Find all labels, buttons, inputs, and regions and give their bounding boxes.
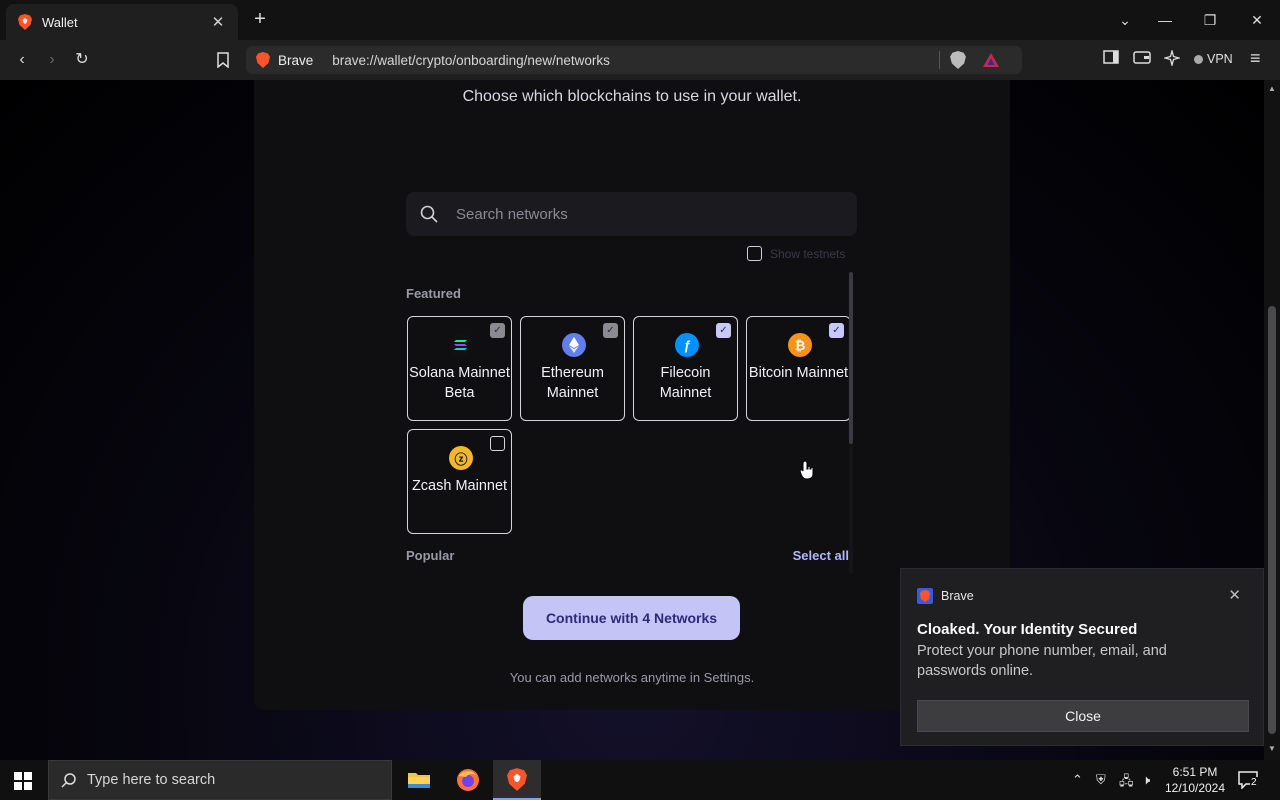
firefox-icon[interactable]: [444, 760, 492, 800]
brave-logo-icon: [18, 14, 32, 30]
reload-icon[interactable]: ↻: [72, 50, 92, 70]
url-text[interactable]: brave://wallet/crypto/onboarding/new/net…: [332, 53, 939, 68]
notification-toast: Brave ✕ Cloaked. Your Identity Secured P…: [900, 568, 1264, 746]
filecoin-icon: ƒ: [675, 333, 699, 357]
brave-shields-icon[interactable]: [950, 51, 966, 69]
minimize-icon[interactable]: —: [1155, 10, 1175, 30]
tab-title: Wallet: [42, 14, 78, 30]
vpn-label: VPN: [1207, 52, 1233, 66]
continue-button[interactable]: Continue with 4 Networks: [523, 596, 740, 640]
onboarding-card: Choose which blockchains to use in your …: [254, 80, 1010, 710]
bookmark-icon[interactable]: [213, 50, 233, 70]
network-card-solana[interactable]: ✓ Solana Mainnet Beta: [407, 316, 512, 421]
zcash-icon: ⓩ: [449, 446, 473, 470]
featured-label: Featured: [406, 286, 461, 301]
bitcoin-checkbox: ✓: [829, 323, 844, 338]
omnibox-divider: [939, 51, 940, 69]
notification-center-icon[interactable]: 2: [1238, 771, 1258, 790]
network-card-zcash[interactable]: ⓩ Zcash Mainnet: [407, 429, 512, 534]
show-testnets-checkbox[interactable]: [747, 246, 762, 261]
back-icon[interactable]: ‹: [12, 50, 32, 70]
network-list: Featured ✓ Solana Mainnet Beta ✓ Ethereu…: [406, 270, 857, 572]
show-testnets-toggle[interactable]: Show testnets: [747, 246, 845, 261]
restore-icon[interactable]: ❐: [1200, 10, 1220, 30]
bitcoin-icon: ₿: [788, 333, 812, 357]
tab-strip: Wallet ✕ + ⌄ — ❐ ✕: [0, 0, 1280, 40]
brave-app-icon: [917, 588, 933, 604]
forward-icon[interactable]: ›: [42, 50, 62, 70]
volume-muted-icon[interactable]: 🕨: [1142, 772, 1150, 788]
tab-search-chevron-icon[interactable]: ⌄: [1115, 10, 1135, 30]
network-list-scroll-track[interactable]: [849, 444, 853, 574]
wallet-icon[interactable]: [1133, 50, 1151, 70]
network-name: Bitcoin Mainnet: [748, 365, 849, 381]
file-explorer-icon[interactable]: [395, 760, 443, 800]
search-icon: [420, 205, 438, 223]
network-card-ethereum[interactable]: ✓ Ethereum Mainnet: [520, 316, 625, 421]
leo-ai-icon[interactable]: [1162, 48, 1182, 70]
menu-icon[interactable]: ≡: [1250, 48, 1261, 68]
zcash-checkbox: [490, 436, 505, 451]
show-testnets-label: Show testnets: [770, 246, 846, 261]
window-close-icon[interactable]: ✕: [1247, 10, 1267, 30]
search-networks-input[interactable]: Search networks: [406, 192, 857, 236]
vpn-status-icon: [1194, 54, 1203, 64]
select-all-button[interactable]: Select all: [793, 548, 849, 563]
toast-close-icon[interactable]: ✕: [1228, 586, 1241, 604]
solana-icon: [449, 333, 473, 357]
site-label: Brave: [278, 52, 314, 68]
filecoin-checkbox: ✓: [716, 323, 731, 338]
page-scrollbar[interactable]: ▲ ▼: [1264, 80, 1280, 760]
footnote-text: You can add networks anytime in Settings…: [509, 670, 755, 685]
page-subtitle: Choose which blockchains to use in your …: [462, 88, 802, 105]
toast-app-header: Brave: [917, 588, 974, 604]
taskbar-search-icon: [61, 773, 76, 788]
tray-overflow-chevron-icon[interactable]: ⌃: [1072, 772, 1083, 788]
toast-body: Protect your phone number, email, and pa…: [917, 643, 1167, 679]
sidebar-toggle-icon[interactable]: [1103, 50, 1119, 70]
taskbar-clock[interactable]: 6:51 PM 12/10/2024: [1162, 764, 1228, 796]
network-name: Ethereum Mainnet: [541, 365, 604, 401]
brave-site-icon: [256, 52, 270, 68]
popular-label: Popular: [406, 548, 455, 563]
taskbar-search-placeholder: Type here to search: [87, 772, 216, 788]
brave-taskbar-icon[interactable]: [493, 760, 541, 800]
network-card-bitcoin[interactable]: ✓ ₿ Bitcoin Mainnet: [746, 316, 851, 421]
scroll-down-icon[interactable]: ▼: [1267, 744, 1277, 753]
toast-app-name: Brave: [941, 589, 974, 603]
page-scroll-thumb[interactable]: [1268, 306, 1276, 734]
search-placeholder: Search networks: [456, 205, 568, 223]
brave-rewards-icon[interactable]: [982, 52, 1000, 68]
toast-title: Cloaked. Your Identity Secured: [917, 621, 1138, 638]
vpn-button[interactable]: VPN: [1194, 52, 1233, 66]
security-tray-icon[interactable]: ⛨: [1096, 772, 1106, 788]
clock-time: 6:51 PM: [1172, 765, 1218, 779]
network-card-filecoin[interactable]: ✓ ƒ Filecoin Mainnet: [633, 316, 738, 421]
network-name: Solana Mainnet Beta: [409, 365, 510, 401]
network-tray-icon[interactable]: 🖧: [1119, 772, 1134, 794]
new-tab-icon[interactable]: +: [250, 9, 270, 30]
network-name: Filecoin Mainnet: [659, 365, 712, 401]
toast-close-button[interactable]: Close: [917, 700, 1249, 732]
taskbar-search-box[interactable]: Type here to search: [48, 760, 392, 800]
ethereum-icon: [562, 333, 586, 357]
notification-count-badge: 2: [1250, 777, 1258, 788]
clock-date: 12/10/2024: [1164, 781, 1226, 795]
hand-cursor-icon: [800, 460, 814, 480]
ethereum-checkbox: ✓: [603, 323, 618, 338]
solana-checkbox: ✓: [490, 323, 505, 338]
scroll-up-icon[interactable]: ▲: [1267, 84, 1277, 93]
tab-wallet[interactable]: Wallet ✕: [6, 4, 238, 40]
windows-start-icon[interactable]: [14, 772, 32, 790]
tab-close-icon[interactable]: ✕: [210, 13, 226, 31]
windows-taskbar: Type here to search ⌃ ⛨ 🖧 🕨 6:51 PM 12/1…: [0, 760, 1280, 800]
network-name: Zcash Mainnet: [411, 478, 508, 494]
network-list-scroll-thumb[interactable]: [849, 272, 853, 444]
address-bar[interactable]: Brave brave://wallet/crypto/onboarding/n…: [246, 46, 1022, 74]
